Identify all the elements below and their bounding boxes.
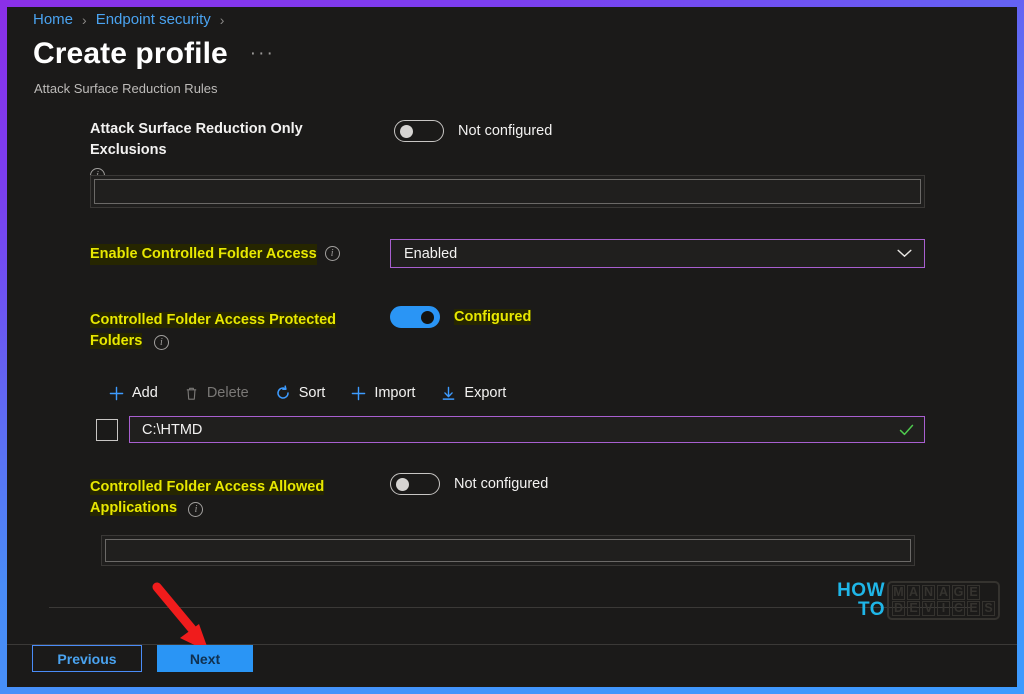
content-divider — [49, 607, 975, 608]
toggle-state-label: Not configured — [458, 123, 553, 139]
command-label: Add — [132, 385, 158, 401]
setting-label: Controlled Folder Access Allowed Applica… — [90, 479, 325, 516]
page-title: Create profile — [33, 37, 228, 70]
toggle-knob — [396, 477, 409, 491]
overflow-menu-icon[interactable]: ··· — [250, 43, 275, 69]
azure-portal-blade: Home › Endpoint security › Create profil… — [7, 7, 1017, 687]
info-icon[interactable]: i — [188, 502, 204, 518]
setting-toggle-allowed-applications[interactable] — [390, 473, 440, 495]
download-icon — [443, 386, 455, 400]
toggle-state-label: Configured — [454, 309, 532, 325]
plus-icon — [109, 386, 124, 400]
command-label: Sort — [298, 385, 326, 401]
breadcrumb-item-endpoint-security[interactable]: Endpoint security — [96, 11, 211, 28]
setting-enable-controlled-folder-access: Enable Controlled Folder Access i — [90, 244, 340, 265]
toggle-state-label: Not configured — [454, 476, 549, 492]
dropdown-enable-controlled-folder-access[interactable]: Enabled — [390, 239, 925, 268]
wizard-footer: Previous Next — [7, 636, 1017, 687]
protected-folder-path-input[interactable]: C:\HTMD — [129, 416, 925, 443]
page-subtitle: Attack Surface Reduction Rules — [34, 81, 218, 96]
protected-folder-path-value: C:\HTMD — [142, 421, 203, 438]
setting-label: Attack Surface Reduction Only Exclusions — [90, 121, 303, 158]
setting-label: Enable Controlled Folder Access — [90, 244, 317, 265]
asr-exclusions-input[interactable] — [94, 179, 921, 204]
setting-toggle-asr-only-exclusions[interactable] — [394, 120, 444, 142]
settings-form: Attack Surface Reduction Only Exclusions… — [7, 103, 1017, 597]
setting-controlled-folder-access-allowed-applications: Controlled Folder Access Allowed Applica… — [90, 477, 340, 519]
allowed-applications-toggle-group: Not configured — [390, 473, 548, 495]
breadcrumb: Home › Endpoint security › — [33, 11, 224, 28]
info-icon[interactable]: i — [153, 335, 169, 351]
asr-exclusions-input-frame[interactable] — [90, 175, 925, 208]
screenshot-frame: Home › Endpoint security › Create profil… — [0, 0, 1024, 694]
import-button[interactable]: Import — [338, 380, 428, 406]
toggle-knob — [421, 310, 434, 324]
setting-asr-only-exclusions: Attack Surface Reduction Only Exclusions… — [90, 119, 690, 184]
watermark-devices-word: DEVICES — [892, 601, 995, 616]
setting-toggle-protected-folders[interactable] — [390, 306, 440, 328]
command-label: Delete — [206, 385, 249, 401]
toggle-knob — [400, 124, 413, 138]
setting-label: Controlled Folder Access Protected Folde… — [90, 312, 337, 349]
trash-icon — [186, 387, 196, 400]
export-button[interactable]: Export — [428, 380, 519, 406]
breadcrumb-separator-icon: › — [219, 11, 225, 28]
dropdown-selected-value: Enabled — [404, 245, 458, 262]
watermark-to: TO — [857, 598, 885, 620]
next-button[interactable]: Next — [157, 645, 253, 672]
chevron-down-icon — [897, 249, 912, 258]
info-icon[interactable]: i — [324, 246, 340, 261]
setting-controlled-folder-access-protected-folders: Controlled Folder Access Protected Folde… — [90, 310, 350, 352]
refresh-icon — [276, 385, 289, 399]
protected-folders-toggle-group: Configured — [390, 306, 532, 328]
add-button[interactable]: Add — [96, 380, 171, 406]
command-label: Export — [464, 385, 507, 401]
table-row: C:\HTMD — [96, 416, 925, 443]
allowed-applications-input-frame[interactable] — [101, 535, 915, 566]
previous-button[interactable]: Previous — [32, 645, 142, 672]
row-checkbox[interactable] — [96, 418, 118, 441]
list-command-bar: Add Delete Sort Import Export — [96, 380, 519, 406]
plus-icon — [352, 386, 366, 400]
valid-check-icon — [899, 424, 914, 435]
sort-button[interactable]: Sort — [262, 380, 339, 406]
delete-button[interactable]: Delete — [171, 380, 262, 406]
command-label: Import — [374, 385, 416, 401]
title-row: Create profile ··· — [33, 39, 275, 69]
breadcrumb-item-home[interactable]: Home — [33, 11, 73, 28]
breadcrumb-separator-icon: › — [82, 11, 87, 28]
allowed-applications-input[interactable] — [105, 539, 911, 562]
